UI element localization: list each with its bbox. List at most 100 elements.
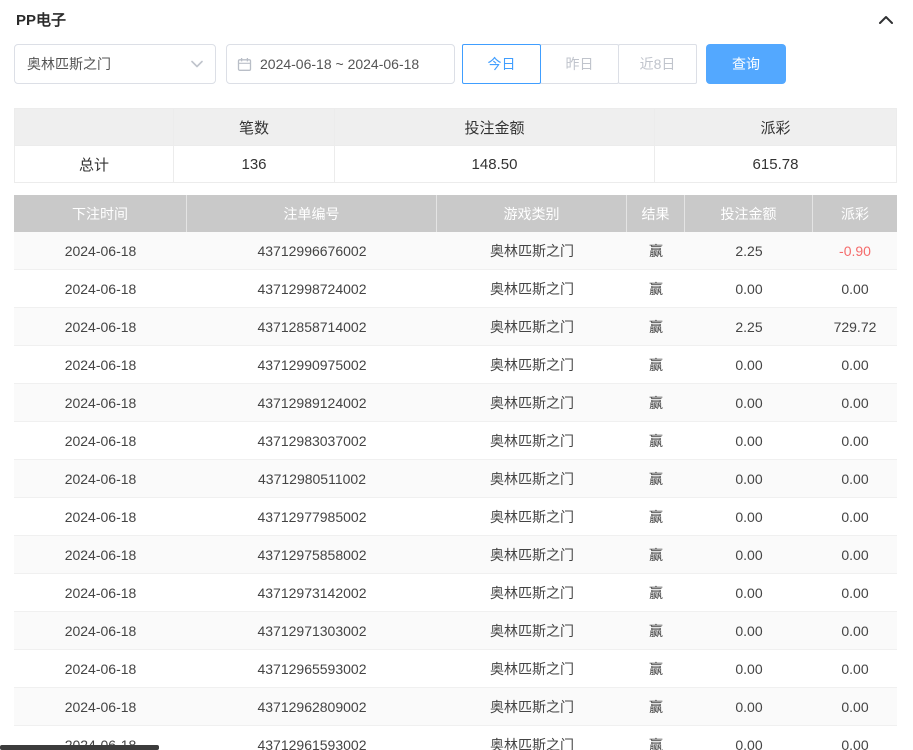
- cell-order-number: 43712858714002: [187, 308, 437, 345]
- cell-order-number: 43712983037002: [187, 422, 437, 459]
- calendar-icon: [237, 57, 252, 72]
- cell-payout: -0.90: [813, 232, 897, 269]
- cell-payout: 0.00: [813, 498, 897, 535]
- cell-order-number: 43712971303002: [187, 612, 437, 649]
- header-bet-amount: 投注金额: [685, 195, 813, 232]
- header-result: 结果: [627, 195, 685, 232]
- cell-game-type: 奥林匹斯之门: [437, 346, 627, 383]
- table-row: 2024-06-18 43712965593002 奥林匹斯之门 赢 0.00 …: [14, 650, 897, 688]
- cell-game-type: 奥林匹斯之门: [437, 308, 627, 345]
- cell-game-type: 奥林匹斯之门: [437, 726, 627, 750]
- game-select[interactable]: 奥林匹斯之门: [14, 44, 216, 84]
- cell-bet-amount: 0.00: [685, 612, 813, 649]
- date-range-value: 2024-06-18 ~ 2024-06-18: [260, 56, 419, 72]
- cell-game-type: 奥林匹斯之门: [437, 612, 627, 649]
- cell-order-number: 43712965593002: [187, 650, 437, 687]
- summary-header-count: 笔数: [173, 108, 335, 146]
- cell-payout: 729.72: [813, 308, 897, 345]
- panel-header: PP电子: [0, 0, 913, 40]
- cell-result: 赢: [627, 346, 685, 383]
- cell-bet-time: 2024-06-18: [14, 422, 187, 459]
- game-select-value: 奥林匹斯之门: [27, 54, 111, 74]
- header-payout: 派彩: [813, 195, 897, 232]
- summary-header-payout: 派彩: [654, 108, 897, 146]
- cell-result: 赢: [627, 270, 685, 307]
- cell-bet-amount: 0.00: [685, 498, 813, 535]
- cell-bet-amount: 2.25: [685, 232, 813, 269]
- cell-payout: 0.00: [813, 422, 897, 459]
- cell-result: 赢: [627, 650, 685, 687]
- table-row: 2024-06-18 43712858714002 奥林匹斯之门 赢 2.25 …: [14, 308, 897, 346]
- cell-bet-time: 2024-06-18: [14, 308, 187, 345]
- cell-bet-amount: 0.00: [685, 422, 813, 459]
- cell-bet-amount: 0.00: [685, 574, 813, 611]
- query-button[interactable]: 查询: [706, 44, 786, 84]
- horizontal-scrollbar-thumb[interactable]: [0, 745, 159, 750]
- summary-total-count: 136: [173, 145, 335, 183]
- cell-bet-amount: 0.00: [685, 460, 813, 497]
- filter-bar: 奥林匹斯之门 2024-06-18 ~ 2024-06-18 今日 昨日 近8日…: [0, 40, 913, 108]
- table-row: 2024-06-18 43712973142002 奥林匹斯之门 赢 0.00 …: [14, 574, 897, 612]
- summary-table: 笔数 投注金额 派彩 总计 136 148.50 615.78: [14, 108, 897, 183]
- cell-order-number: 43712998724002: [187, 270, 437, 307]
- summary-total-row: 总计 136 148.50 615.78: [14, 146, 897, 183]
- table-row: 2024-06-18 43712990975002 奥林匹斯之门 赢 0.00 …: [14, 346, 897, 384]
- cell-bet-amount: 0.00: [685, 650, 813, 687]
- cell-bet-time: 2024-06-18: [14, 650, 187, 687]
- yesterday-button[interactable]: 昨日: [540, 44, 619, 84]
- cell-result: 赢: [627, 574, 685, 611]
- table-row: 2024-06-18 43712983037002 奥林匹斯之门 赢 0.00 …: [14, 422, 897, 460]
- panel-title: PP电子: [16, 9, 66, 30]
- cell-order-number: 43712990975002: [187, 346, 437, 383]
- cell-result: 赢: [627, 726, 685, 750]
- cell-order-number: 43712961593002: [187, 726, 437, 750]
- table-row: 2024-06-18 43712996676002 奥林匹斯之门 赢 2.25 …: [14, 232, 897, 270]
- chevron-down-icon: [191, 60, 203, 68]
- cell-payout: 0.00: [813, 536, 897, 573]
- cell-bet-time: 2024-06-18: [14, 270, 187, 307]
- table-row: 2024-06-18 43712989124002 奥林匹斯之门 赢 0.00 …: [14, 384, 897, 422]
- header-order-number: 注单编号: [187, 195, 437, 232]
- cell-bet-amount: 0.00: [685, 688, 813, 725]
- cell-bet-amount: 0.00: [685, 384, 813, 421]
- cell-game-type: 奥林匹斯之门: [437, 688, 627, 725]
- cell-result: 赢: [627, 422, 685, 459]
- today-button[interactable]: 今日: [462, 44, 541, 84]
- cell-payout: 0.00: [813, 612, 897, 649]
- summary-total-bet-amount: 148.50: [334, 145, 655, 183]
- summary-header-empty: [14, 108, 174, 146]
- table-row: 2024-06-18 43712998724002 奥林匹斯之门 赢 0.00 …: [14, 270, 897, 308]
- cell-bet-time: 2024-06-18: [14, 384, 187, 421]
- cell-order-number: 43712975858002: [187, 536, 437, 573]
- last-8-days-button[interactable]: 近8日: [618, 44, 697, 84]
- cell-bet-amount: 2.25: [685, 308, 813, 345]
- cell-bet-time: 2024-06-18: [14, 536, 187, 573]
- pp-games-panel: PP电子 奥林匹斯之门 2024-06-18 ~ 2024-06-18 今日 昨…: [0, 0, 913, 750]
- cell-order-number: 43712989124002: [187, 384, 437, 421]
- bet-table-header: 下注时间 注单编号 游戏类别 结果 投注金额 派彩: [14, 195, 897, 232]
- cell-bet-time: 2024-06-18: [14, 574, 187, 611]
- cell-game-type: 奥林匹斯之门: [437, 536, 627, 573]
- table-row: 2024-06-18 43712971303002 奥林匹斯之门 赢 0.00 …: [14, 612, 897, 650]
- cell-result: 赢: [627, 460, 685, 497]
- cell-payout: 0.00: [813, 346, 897, 383]
- cell-bet-time: 2024-06-18: [14, 346, 187, 383]
- quick-range-group: 今日 昨日 近8日: [462, 44, 697, 84]
- summary-total-label: 总计: [14, 145, 174, 183]
- cell-game-type: 奥林匹斯之门: [437, 232, 627, 269]
- summary-total-payout: 615.78: [654, 145, 897, 183]
- cell-bet-time: 2024-06-18: [14, 232, 187, 269]
- cell-game-type: 奥林匹斯之门: [437, 498, 627, 535]
- cell-payout: 0.00: [813, 688, 897, 725]
- cell-bet-amount: 0.00: [685, 726, 813, 750]
- cell-result: 赢: [627, 232, 685, 269]
- cell-game-type: 奥林匹斯之门: [437, 460, 627, 497]
- cell-order-number: 43712977985002: [187, 498, 437, 535]
- table-row: 2024-06-18 43712980511002 奥林匹斯之门 赢 0.00 …: [14, 460, 897, 498]
- date-range-input[interactable]: 2024-06-18 ~ 2024-06-18: [226, 44, 455, 84]
- cell-result: 赢: [627, 612, 685, 649]
- cell-bet-amount: 0.00: [685, 536, 813, 573]
- cell-bet-time: 2024-06-18: [14, 498, 187, 535]
- cell-payout: 0.00: [813, 650, 897, 687]
- collapse-chevron-up-icon[interactable]: [877, 13, 895, 27]
